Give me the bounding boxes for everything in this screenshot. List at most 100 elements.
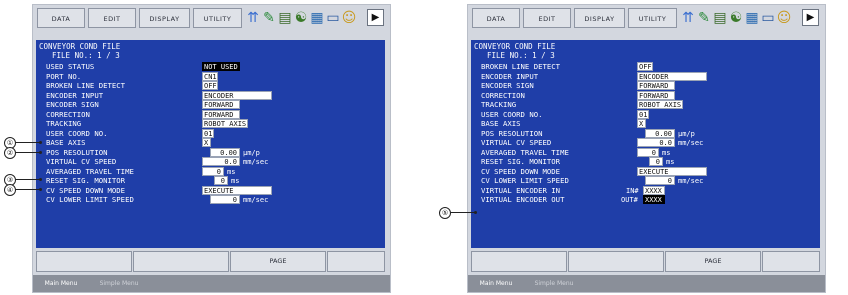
input-prefix: IN# (626, 186, 639, 195)
conveyor-cond-file-screen: CONVEYOR COND FILE FILE NO.: 1 / 3 USED … (36, 40, 385, 248)
chart-icon[interactable]: ▤ (712, 8, 728, 28)
function-key-2[interactable] (568, 251, 664, 272)
correction-field[interactable]: FORWARD (637, 90, 675, 100)
row-label: CV LOWER LIMIT SPEED (46, 195, 134, 204)
page-button[interactable]: PAGE (230, 251, 326, 272)
robot-arm-icon[interactable]: ⇈ (245, 8, 261, 28)
cv-speed-down-mode-field[interactable]: EXECUTE (637, 166, 707, 176)
cv-speed-down-mode-field[interactable]: EXECUTE (202, 185, 272, 195)
row-label: CORRECTION (46, 109, 90, 119)
reset-sig-monitor-field[interactable]: 0 (214, 176, 228, 185)
row-label: USED STATUS (46, 62, 95, 71)
row-port-no: PORT NO. CN1 (36, 71, 385, 82)
broken-line-detect-field[interactable]: OFF (637, 62, 653, 71)
port-no-field[interactable]: CN1 (202, 71, 218, 81)
person-icon[interactable]: ☺ (341, 8, 357, 28)
tracking-field[interactable]: ROBOT AXIS (637, 100, 683, 109)
row-encoder-input: ENCODER INPUT ENCODER (471, 71, 820, 82)
pos-resolution-field[interactable]: 0.00 (210, 147, 240, 157)
person-icon[interactable]: ☺ (776, 8, 792, 28)
virtual-encoder-in-field[interactable]: XXXX (643, 185, 665, 195)
function-key-4[interactable] (327, 251, 385, 272)
menu-edit-button[interactable]: EDIT (88, 8, 136, 28)
callout-2: ② (4, 147, 16, 159)
row-label: RESET SIG. MONITOR (46, 176, 126, 185)
simple-menu-button[interactable]: Simple Menu (91, 277, 147, 290)
encoder-input-field[interactable]: ENCODER (637, 71, 707, 81)
bottom-bar: Main Menu Simple Menu (33, 275, 390, 292)
menu-data-button[interactable]: DATA (37, 8, 85, 28)
menu-utility-button[interactable]: UTILITY (193, 8, 242, 28)
chart-icon[interactable]: ▤ (277, 8, 293, 28)
monitor-icon[interactable]: ▭ (325, 8, 341, 28)
row-label: AVERAGED TRAVEL TIME (481, 147, 569, 157)
menu-utility-button[interactable]: UTILITY (628, 8, 677, 28)
close-window-button[interactable]: ▶ (802, 9, 819, 26)
row-reset-sig-monitor: RESET SIG. MONITOR 0 ms (471, 157, 820, 167)
row-cv-speed-down-mode: CV SPEED DOWN MODE EXECUTE (471, 166, 820, 177)
pos-resolution-field[interactable]: 0.00 (645, 128, 675, 138)
row-label: ENCODER SIGN (46, 100, 99, 109)
encoder-sign-field[interactable]: FORWARD (202, 100, 240, 109)
row-label: BASE AXIS (46, 138, 86, 147)
menu-display-button[interactable]: DISPLAY (139, 8, 190, 28)
display-icon[interactable]: ▦ (744, 8, 760, 28)
broken-line-detect-field[interactable]: OFF (202, 81, 218, 90)
main-menu-button[interactable]: Main Menu (35, 277, 87, 290)
encoder-sign-field[interactable]: FORWARD (637, 81, 675, 90)
robot-arm-icon[interactable]: ⇈ (680, 8, 696, 28)
callout-5: ⑤ (439, 207, 451, 219)
callout-4-leader (16, 189, 40, 190)
row-label: POS RESOLUTION (481, 128, 543, 138)
unit-label: mm/sec (243, 196, 269, 204)
edit-document-icon[interactable]: ✎ (696, 8, 712, 28)
page-button[interactable]: PAGE (665, 251, 761, 272)
main-menu-button[interactable]: Main Menu (470, 277, 522, 290)
row-virtual-encoder-in: VIRTUAL ENCODER IN IN# XXXX (471, 185, 820, 196)
base-axis-field[interactable]: X (637, 119, 646, 128)
edit-document-icon[interactable]: ✎ (261, 8, 277, 28)
virtual-encoder-out-field[interactable]: XXXX (643, 195, 665, 204)
row-broken-line-detect: BROKEN LINE DETECT OFF (471, 62, 820, 72)
callout-5-leader (451, 212, 475, 213)
row-label: USER COORD NO. (46, 128, 108, 138)
network-icon[interactable]: ☯ (728, 8, 744, 28)
unit-label: mm/sec (678, 139, 704, 147)
virtual-cv-speed-field[interactable]: 0.0 (202, 157, 240, 166)
averaged-travel-time-field[interactable]: 0 (637, 147, 659, 157)
function-key-2[interactable] (133, 251, 229, 272)
function-key-1[interactable] (471, 251, 567, 272)
screen-title: CONVEYOR COND FILE (39, 42, 121, 51)
menu-edit-button[interactable]: EDIT (523, 8, 571, 28)
used-status-field[interactable]: NOT USED (202, 62, 240, 71)
menu-display-button[interactable]: DISPLAY (574, 8, 625, 28)
display-icon[interactable]: ▦ (309, 8, 325, 28)
user-coord-no-field[interactable]: 01 (637, 109, 649, 119)
unit-label: mm/sec (678, 177, 704, 185)
network-icon[interactable]: ☯ (293, 8, 309, 28)
base-axis-field[interactable]: X (202, 138, 211, 147)
cv-lower-limit-speed-field[interactable]: 0 (210, 195, 240, 204)
function-key-1[interactable] (36, 251, 132, 272)
cv-lower-limit-speed-field[interactable]: 0 (645, 176, 675, 185)
encoder-input-field[interactable]: ENCODER (202, 90, 272, 100)
reset-sig-monitor-field[interactable]: 0 (649, 157, 663, 166)
callout-2-leader (16, 152, 40, 153)
monitor-icon[interactable]: ▭ (760, 8, 776, 28)
averaged-travel-time-field[interactable]: 0 (202, 166, 224, 176)
function-key-4[interactable] (762, 251, 820, 272)
row-averaged-travel-time: AVERAGED TRAVEL TIME 0 ms (36, 166, 385, 177)
correction-field[interactable]: FORWARD (202, 109, 240, 119)
user-coord-no-field[interactable]: 01 (202, 128, 214, 138)
simple-menu-button[interactable]: Simple Menu (526, 277, 582, 290)
callout-4-dot (39, 188, 42, 191)
menu-data-button[interactable]: DATA (472, 8, 520, 28)
row-base-axis: BASE AXIS X (471, 119, 820, 129)
top-menu-bar: DATA EDIT DISPLAY UTILITY ⇈ ✎ ▤ ☯ ▦ ▭ ☺ … (468, 5, 825, 32)
bottom-bar: Main Menu Simple Menu (468, 275, 825, 292)
close-window-button[interactable]: ▶ (367, 9, 384, 26)
virtual-cv-speed-field[interactable]: 0.0 (637, 138, 675, 147)
tracking-field[interactable]: ROBOT AXIS (202, 119, 248, 128)
row-broken-line-detect: BROKEN LINE DETECT OFF (36, 81, 385, 91)
row-label: BASE AXIS (481, 119, 521, 128)
